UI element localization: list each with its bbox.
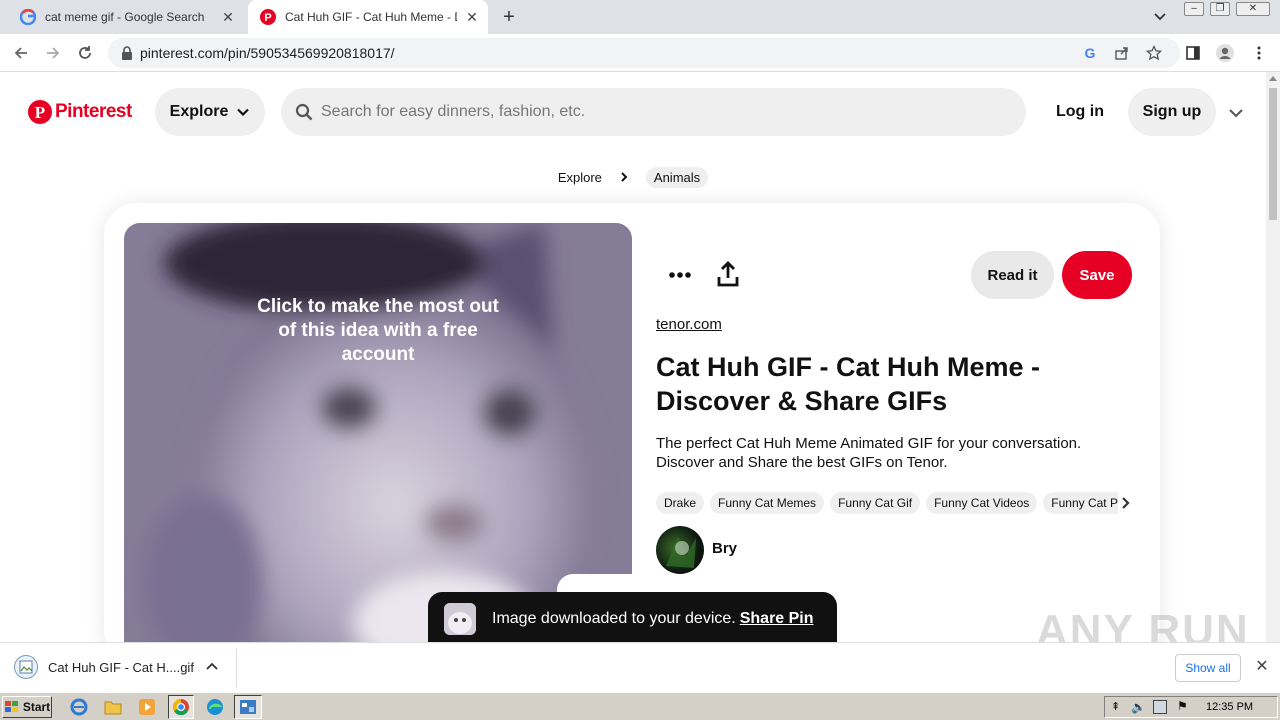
tab-search-chevron-icon[interactable]	[1150, 8, 1170, 26]
restore-window-button[interactable]: ❐	[1210, 2, 1230, 16]
bookmark-star-icon[interactable]	[1145, 44, 1163, 61]
search-icon	[295, 103, 313, 121]
application-window-icon	[240, 700, 256, 714]
svg-text:P: P	[264, 12, 271, 24]
tab-close-icon[interactable]: ✕	[464, 9, 480, 25]
share-button[interactable]	[712, 258, 744, 292]
share-upload-icon	[717, 261, 739, 287]
start-button[interactable]: Start	[2, 696, 52, 718]
tab-title: cat meme gif - Google Search	[45, 10, 205, 24]
toast-message: Image downloaded to your device.	[492, 610, 736, 627]
address-bar[interactable]: pinterest.com/pin/590534569920818017/ G	[108, 38, 1180, 68]
breadcrumb: Explore Animals	[0, 164, 1266, 190]
start-label: Start	[22, 700, 51, 714]
pinterest-logo-icon: P	[28, 100, 52, 124]
close-download-bar-icon[interactable]: ✕	[1254, 659, 1270, 675]
source-link[interactable]: tenor.com	[656, 316, 722, 333]
tab-title: Cat Huh GIF - Cat Huh Meme - Disco	[285, 10, 457, 24]
taskbar-clock[interactable]: 12:35 PM	[1206, 701, 1253, 713]
login-button[interactable]: Log in	[1044, 88, 1116, 136]
windows-logo-icon	[4, 701, 18, 712]
download-options-chevron-icon[interactable]	[204, 659, 220, 675]
pin-description: The perfect Cat Huh Meme Animated GIF fo…	[656, 435, 1082, 471]
tag-chip[interactable]: Funny Cat Gif	[830, 492, 921, 514]
pinterest-header: P Pinterest Explore Log in Sign up	[0, 72, 1266, 152]
minimize-window-button[interactable]: –	[1184, 2, 1204, 16]
page-scrollbar[interactable]	[1266, 72, 1280, 642]
chrome-taskbar-button[interactable]	[168, 695, 194, 719]
browser-toolbar: pinterest.com/pin/590534569920818017/ G	[0, 34, 1280, 72]
volume-icon[interactable]: 🔈	[1131, 700, 1146, 714]
new-tab-button[interactable]: +	[498, 6, 520, 28]
windows-taskbar: Start ⇞ 🔈 ⚑ 12:35 PM	[0, 692, 1280, 720]
app-taskbar-button[interactable]	[234, 695, 262, 719]
side-panel-icon[interactable]	[1182, 42, 1204, 64]
breadcrumb-explore-link[interactable]: Explore	[558, 170, 602, 185]
author-name[interactable]: Bry	[712, 540, 737, 557]
url-text[interactable]: pinterest.com/pin/590534569920818017/	[140, 45, 395, 61]
svg-text:P: P	[35, 103, 45, 122]
author-avatar[interactable]	[656, 526, 704, 574]
file-explorer-icon[interactable]	[104, 698, 122, 716]
download-toast: Image downloaded to your device. Share P…	[428, 592, 837, 646]
image-file-icon	[14, 655, 38, 679]
explore-label: Explore	[169, 103, 229, 120]
back-arrow-icon[interactable]	[10, 42, 32, 64]
scroll-up-arrow-icon[interactable]	[1269, 76, 1277, 81]
avatar-image	[666, 536, 696, 568]
chrome-icon	[172, 698, 189, 716]
scrollbar-thumb[interactable]	[1269, 88, 1277, 220]
more-options-button[interactable]	[662, 258, 698, 294]
lock-icon[interactable]	[120, 45, 136, 61]
share-page-icon[interactable]	[1114, 45, 1130, 61]
tag-chip[interactable]: Funny Cat Videos	[926, 492, 1038, 514]
download-bar: Cat Huh GIF - Cat H....gif Show all ✕	[0, 642, 1280, 692]
google-favicon-icon	[20, 9, 36, 25]
tag-list: Drake Funny Cat Memes Funny Cat Gif Funn…	[656, 492, 1118, 514]
toast-thumbnail	[444, 603, 476, 635]
share-pin-link[interactable]: Share Pin	[740, 610, 814, 628]
internet-explorer-icon[interactable]	[70, 698, 88, 716]
show-all-downloads-button[interactable]: Show all	[1175, 654, 1241, 682]
tag-chip[interactable]: Drake	[656, 492, 705, 514]
tags-next-chevron-icon[interactable]	[1118, 494, 1134, 512]
chevron-right-icon	[621, 172, 628, 182]
tag-chip[interactable]: Funny Cat Memes	[710, 492, 825, 514]
browser-tab-strip: cat meme gif - Google Search ✕ P Cat Huh…	[0, 0, 1280, 34]
pinterest-logo[interactable]: P Pinterest	[28, 100, 132, 124]
download-item[interactable]: Cat Huh GIF - Cat H....gif	[14, 655, 194, 679]
tab-close-icon[interactable]: ✕	[220, 9, 236, 25]
action-center-flag-icon[interactable]: ⚑	[1177, 699, 1188, 713]
image-signup-prompt[interactable]: Click to make the most out of this idea …	[254, 295, 502, 367]
chevron-down-icon	[237, 108, 250, 117]
logo-text: Pinterest	[55, 101, 132, 122]
breadcrumb-animals-link[interactable]: Animals	[645, 166, 709, 188]
svg-text:G: G	[1085, 45, 1096, 61]
profile-avatar-icon[interactable]	[1214, 42, 1236, 64]
tag-chip[interactable]: Funny Cat Pictures	[1043, 492, 1118, 514]
tab-google-search[interactable]: cat meme gif - Google Search ✕	[8, 0, 244, 34]
explore-button[interactable]: Explore	[155, 88, 265, 136]
tray-expand-arrow-icon[interactable]: ⇞	[1111, 700, 1120, 713]
network-icon[interactable]	[1153, 700, 1167, 714]
close-window-button[interactable]: ✕	[1236, 2, 1270, 16]
forward-arrow-icon[interactable]	[42, 42, 64, 64]
search-input[interactable]	[321, 103, 1001, 121]
save-button[interactable]: Save	[1062, 251, 1132, 299]
download-filename: Cat Huh GIF - Cat H....gif	[48, 659, 194, 675]
ellipsis-icon	[669, 272, 691, 278]
reload-icon[interactable]	[74, 42, 96, 64]
pin-title: Cat Huh GIF - Cat Huh Meme - Discover & …	[656, 352, 1040, 416]
divider	[236, 649, 237, 687]
edge-icon[interactable]	[206, 698, 224, 716]
media-player-icon[interactable]	[138, 698, 156, 716]
browser-menu-icon[interactable]	[1248, 42, 1270, 64]
tab-pinterest-pin[interactable]: P Cat Huh GIF - Cat Huh Meme - Disco ✕	[248, 0, 488, 34]
signup-button[interactable]: Sign up	[1128, 88, 1216, 136]
google-translate-icon[interactable]: G	[1082, 45, 1098, 61]
read-it-button[interactable]: Read it	[971, 251, 1054, 299]
search-bar[interactable]	[281, 88, 1026, 136]
pinterest-favicon-icon: P	[260, 9, 276, 25]
more-options-chevron-icon[interactable]	[1227, 104, 1245, 122]
